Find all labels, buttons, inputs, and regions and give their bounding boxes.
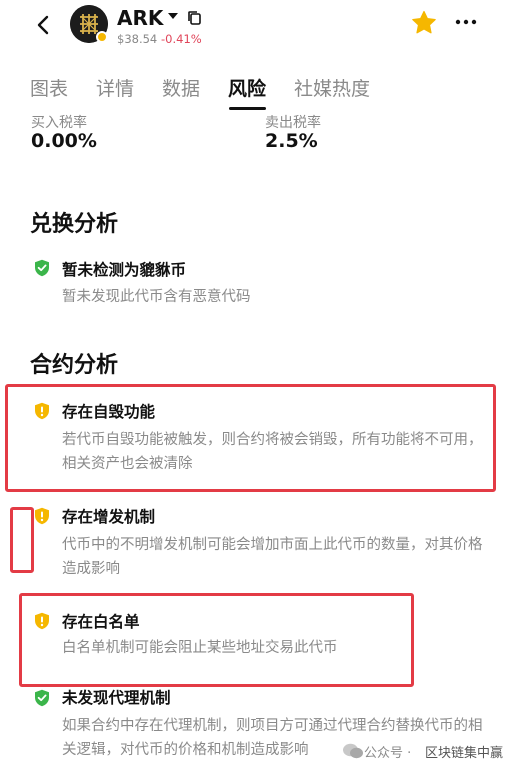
mint-mechanism-title: 存在增发机制: [62, 508, 156, 526]
tab-social-heat[interactable]: 社媒热度: [294, 74, 370, 101]
watermark-separator: ·: [407, 746, 412, 761]
tab-details[interactable]: 详情: [96, 74, 134, 101]
token-price: $38.54: [117, 32, 158, 46]
watermark-source-label: 公众号: [364, 746, 404, 761]
price-change: -0.41%: [161, 32, 202, 46]
honeypot-check-title: 暂未检测为貔貅币: [62, 261, 187, 279]
shield-check-icon: [35, 689, 49, 707]
chain-badge-icon: [96, 31, 108, 43]
more-options-icon[interactable]: [455, 15, 477, 29]
buy-tax-value: 0.00%: [31, 130, 97, 152]
watermark-name: 区块链集中赢: [425, 746, 504, 761]
back-arrow-icon[interactable]: [30, 12, 56, 38]
shield-warning-icon: [35, 507, 49, 525]
highlight-box-mint: [10, 507, 34, 573]
token-symbol[interactable]: ARK: [117, 6, 163, 30]
sell-tax-label: 卖出税率: [265, 115, 321, 131]
watermark-source: 公众号 ·: [364, 742, 411, 761]
chevron-down-icon[interactable]: [168, 13, 178, 19]
highlight-box-self-destruct: [5, 384, 496, 492]
token-risk-page: ARK $38.54 -0.41% 图表 详情 数据 风险 社媒热度 买入税率 …: [0, 0, 530, 777]
shield-check-icon: [35, 259, 49, 277]
favorite-star-icon[interactable]: [410, 9, 438, 37]
active-tab-indicator: [229, 107, 266, 110]
tab-risk[interactable]: 风险: [228, 74, 266, 101]
sell-tax-value: 2.5%: [265, 130, 318, 152]
buy-tax-label: 买入税率: [31, 115, 87, 131]
honeypot-check-desc: 暂未发现此代币含有恶意代码: [62, 289, 251, 305]
highlight-box-whitelist: [19, 593, 414, 687]
wechat-icon: [343, 743, 363, 759]
contract-analysis-title: 合约分析: [30, 353, 119, 378]
tab-chart[interactable]: 图表: [30, 74, 68, 101]
tab-bar: 图表 详情 数据 风险 社媒热度: [0, 68, 530, 110]
proxy-mechanism-title: 未发现代理机制: [62, 689, 171, 707]
tab-data[interactable]: 数据: [162, 74, 200, 101]
app-header: ARK $38.54 -0.41%: [0, 0, 530, 58]
mint-mechanism-desc: 代币中的不明增发机制可能会增加市面上此代币的数量，对其价格造成影响: [62, 537, 483, 577]
copy-icon[interactable]: [186, 9, 204, 27]
exchange-analysis-title: 兑换分析: [30, 212, 119, 237]
